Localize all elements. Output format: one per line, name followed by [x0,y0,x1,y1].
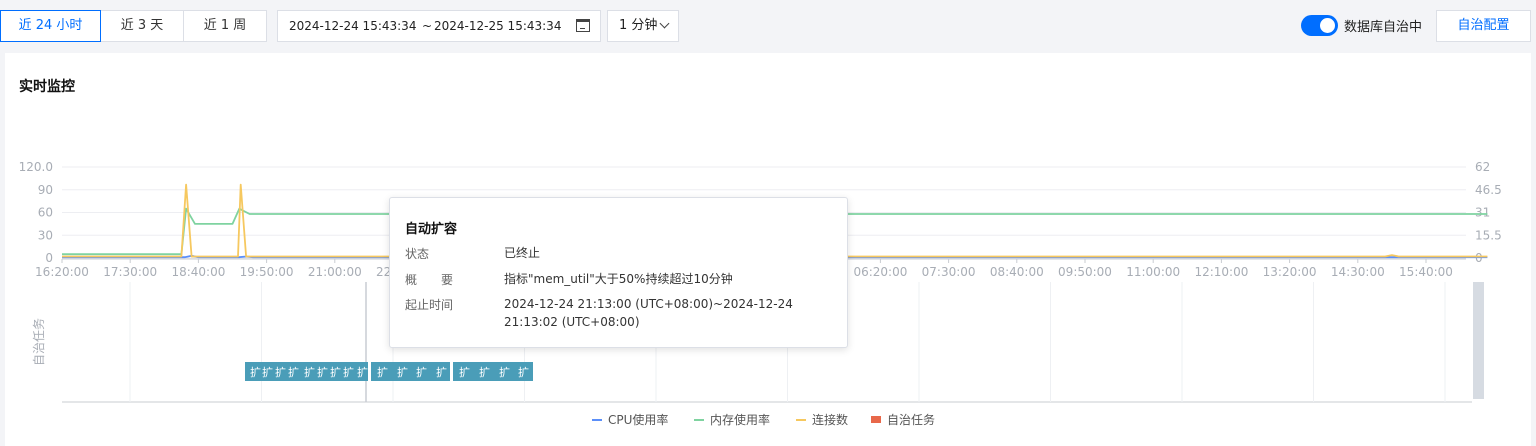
task-block-label: 扩 [262,365,273,379]
x-tick-label: 16:20:00 [35,265,89,279]
task-block-label: 扩 [416,365,427,379]
legend-cpu-marker [592,418,602,421]
y-left-tick-label: 120.0 [19,160,53,174]
task-tooltip: 自动扩容 状态 已终止 概 要 指标"mem_util"大于50%持续超过10分… [389,197,848,348]
task-block-label: 扩 [397,365,408,379]
tooltip-label-period: 起止时间 [405,298,454,312]
legend-mem-label: 内存使用率 [710,413,771,427]
y-right-tick-label: 62 [1475,160,1490,174]
y-right-tick-label: 15.5 [1475,228,1502,242]
task-axis-label: 自治任务 [31,318,46,366]
x-tick-label: 13:20:00 [1263,265,1317,279]
tooltip-label-summary: 概 要 [405,273,454,287]
task-lane-scrollbar [1473,282,1484,399]
task-block-label: 扩 [317,365,328,379]
legend-mem-marker [694,418,704,421]
x-tick-label: 18:40:00 [171,265,225,279]
legend-cpu-label: CPU使用率 [608,413,669,427]
task-block-label: 扩 [377,365,388,379]
legend-conn-label: 连接数 [812,413,849,427]
task-block-label: 扩 [288,365,299,379]
x-tick-label: 08:40:00 [990,265,1044,279]
x-tick-label: 21:00:00 [308,265,362,279]
task-block-label: 扩 [250,365,261,379]
x-tick-label: 14:30:00 [1331,265,1385,279]
x-tick-label: 09:50:00 [1058,265,1112,279]
x-tick-label: 06:20:00 [853,265,907,279]
task-block-label: 扩 [304,365,315,379]
task-block-label: 扩 [459,365,470,379]
x-tick-label: 12:10:00 [1194,265,1248,279]
task-block-label: 扩 [436,365,447,379]
legend-item-mem[interactable]: 内存使用率 [694,411,770,428]
task-block-label: 扩 [357,365,368,379]
tooltip-label-status: 状态 [405,247,430,261]
x-tick-label: 15:40:00 [1399,265,1453,279]
legend-task-marker [871,416,881,423]
tooltip-value-status: 已终止 [504,246,541,260]
task-block-label: 扩 [275,365,286,379]
x-tick-label: 07:30:00 [922,265,976,279]
y-left-tick-label: 0 [45,251,53,265]
y-left-tick-label: 30 [38,228,53,242]
task-block-label: 扩 [499,365,510,379]
legend-item-task[interactable]: 自治任务 [871,411,935,428]
legend-item-cpu[interactable]: CPU使用率 [592,411,668,428]
y-right-tick-label: 31 [1475,206,1490,220]
x-tick-label: 17:30:00 [103,265,157,279]
tooltip-value-summary: 指标"mem_util"大于50%持续超过10分钟 [504,272,733,286]
tooltip-title: 自动扩容 [405,222,458,237]
y-left-tick-label: 90 [38,183,53,197]
task-block-label: 扩 [330,365,341,379]
y-right-tick-label: 46.5 [1475,183,1502,197]
task-block-label: 扩 [479,365,490,379]
x-tick-label: 11:00:00 [1126,265,1180,279]
legend-task-label: 自治任务 [887,413,936,427]
tooltip-value-period: 2024-12-24 21:13:00 (UTC+08:00)~2024-12-… [504,297,793,329]
task-block-label: 扩 [518,365,529,379]
legend-conn-marker [796,418,806,421]
y-left-tick-label: 60 [38,206,53,220]
legend-item-conn[interactable]: 连接数 [796,411,848,428]
x-tick-label: 19:50:00 [240,265,294,279]
task-block-label: 扩 [343,365,354,379]
